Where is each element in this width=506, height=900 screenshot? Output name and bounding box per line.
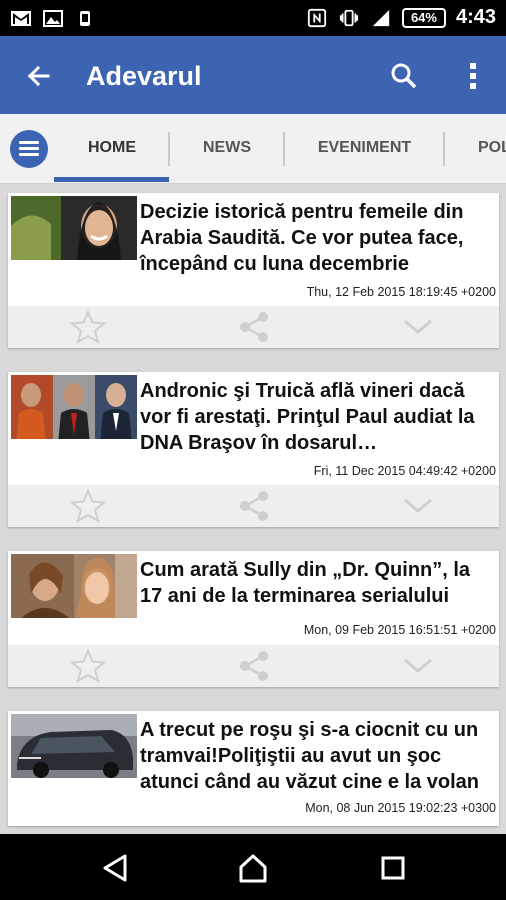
nfc-icon <box>307 8 327 27</box>
article-thumbnail <box>11 375 137 439</box>
article-headline[interactable]: A trecut pe roşu şi s-a ciocnit cu un tr… <box>140 717 496 795</box>
clock: 4:43 <box>455 6 496 28</box>
tab-divider <box>283 132 285 166</box>
tab-pol[interactable]: POL <box>478 132 506 164</box>
signal-icon <box>372 9 390 26</box>
article-headline[interactable]: Decizie istorică pentru femeile din Arab… <box>140 199 496 277</box>
chevron-down-icon[interactable] <box>400 310 436 344</box>
article-date: Mon, 08 Jun 2015 19:02:23 +0300 <box>305 801 496 815</box>
tab-eveniment[interactable]: EVENIMENT <box>287 132 442 164</box>
share-icon[interactable] <box>236 649 272 683</box>
article-headline[interactable]: Cum arată Sully din „Dr. Quinn”, la 17 a… <box>140 557 496 609</box>
article-card[interactable]: Cum arată Sully din „Dr. Quinn”, la 17 a… <box>8 551 499 687</box>
system-nav-bar <box>0 834 506 900</box>
category-tabs: HOME NEWS EVENIMENT POL <box>0 114 506 184</box>
app-title: Adevarul <box>86 61 202 91</box>
article-thumbnail <box>11 714 137 778</box>
article-thumbnail <box>11 554 137 618</box>
menu-icon <box>19 141 39 144</box>
status-bar: 64% 4:43 <box>0 0 506 36</box>
tab-news[interactable]: NEWS <box>172 132 282 164</box>
star-icon[interactable] <box>70 310 106 344</box>
more-vert-icon[interactable] <box>456 56 490 96</box>
share-icon[interactable] <box>236 489 272 523</box>
app-bar: Adevarul <box>0 36 506 114</box>
search-icon[interactable] <box>384 56 424 96</box>
nav-back-icon[interactable] <box>98 851 132 885</box>
tab-indicator <box>54 177 169 182</box>
star-icon[interactable] <box>70 489 106 523</box>
article-thumbnail <box>11 196 137 260</box>
android-icon <box>80 11 90 26</box>
nav-home-icon[interactable] <box>236 851 270 885</box>
article-date: Fri, 11 Dec 2015 04:49:42 +0200 <box>313 464 496 478</box>
battery-indicator: 64% <box>401 7 446 28</box>
article-card[interactable]: Andronic şi Truică află vineri dacă vor … <box>8 372 499 527</box>
share-icon[interactable] <box>236 310 272 344</box>
nav-recents-icon[interactable] <box>376 851 410 885</box>
article-actions <box>8 306 499 348</box>
article-date: Thu, 12 Feb 2015 18:19:45 +0200 <box>306 285 496 299</box>
vibrate-icon <box>339 9 359 26</box>
gmail-icon <box>11 11 31 26</box>
article-actions <box>8 485 499 527</box>
article-date: Mon, 09 Feb 2015 16:51:51 +0200 <box>303 623 496 637</box>
article-card[interactable]: Decizie istorică pentru femeile din Arab… <box>8 193 499 348</box>
menu-button[interactable] <box>10 130 48 168</box>
tab-home[interactable]: HOME <box>58 132 166 164</box>
tab-divider <box>443 132 445 166</box>
chevron-down-icon[interactable] <box>400 649 436 683</box>
article-actions <box>8 645 499 687</box>
article-card[interactable]: A trecut pe roşu şi s-a ciocnit cu un tr… <box>8 711 499 826</box>
article-headline[interactable]: Andronic şi Truică află vineri dacă vor … <box>140 378 496 456</box>
tab-divider <box>168 132 170 166</box>
chevron-down-icon[interactable] <box>400 489 436 523</box>
image-icon <box>43 10 63 27</box>
star-icon[interactable] <box>70 649 106 683</box>
arrow-back-icon[interactable] <box>18 56 58 96</box>
